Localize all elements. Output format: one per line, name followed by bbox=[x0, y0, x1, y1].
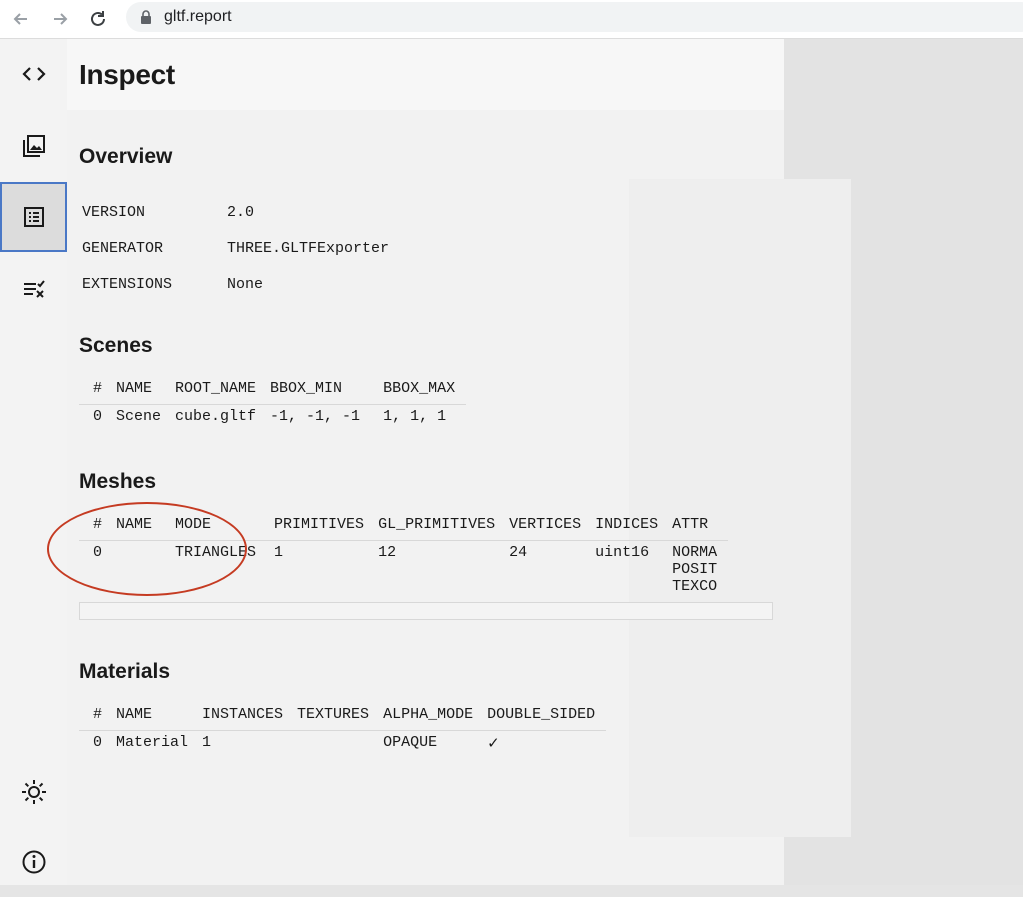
table-cell: TRIANGLES bbox=[175, 544, 257, 561]
attribute-item: TEXCO bbox=[672, 578, 718, 595]
table-cell: 1, 1, 1 bbox=[383, 408, 447, 425]
column-header: DOUBLE_SIDED bbox=[484, 706, 607, 731]
meshes-table: # NAME MODE PRIMITIVES GL_PRIMITIVES VER… bbox=[79, 516, 729, 596]
overview-key: GENERATOR bbox=[82, 239, 164, 257]
reload-button[interactable] bbox=[85, 6, 111, 32]
back-button[interactable] bbox=[8, 6, 34, 32]
overview-value: THREE.GLTFExporter bbox=[227, 239, 390, 257]
table-cell: -1, -1, -1 bbox=[270, 408, 361, 425]
browser-toolbar: gltf.report bbox=[0, 0, 1023, 39]
image-stack-icon bbox=[22, 135, 45, 157]
overview-heading: Overview bbox=[79, 145, 173, 168]
column-header: TEXTURES bbox=[294, 706, 381, 731]
table-header-row: # NAME INSTANCES TEXTURES ALPHA_MODE DOU… bbox=[79, 706, 607, 731]
sidebar-item-gallery[interactable] bbox=[0, 111, 67, 181]
scenes-table: # NAME ROOT_NAME BBOX_MIN BBOX_MAX 0 Sce… bbox=[79, 380, 467, 431]
column-header: ATTR bbox=[669, 516, 729, 541]
sidebar-item-inspect[interactable] bbox=[0, 182, 67, 252]
column-header: ROOT_NAME bbox=[172, 380, 268, 405]
overview-key: EXTENSIONS bbox=[82, 275, 173, 293]
table-cell-attributes: NORMA POSIT TEXCO bbox=[669, 541, 728, 595]
column-header: PRIMITIVES bbox=[271, 516, 376, 541]
table-row: 0 Scene cube.gltf -1, -1, -1 1, 1, 1 bbox=[79, 405, 466, 431]
column-header: # bbox=[79, 706, 114, 731]
table-cell: 0 bbox=[93, 544, 103, 561]
table-cell: uint16 bbox=[595, 544, 650, 561]
column-header: NAME bbox=[113, 380, 173, 405]
table-cell: Material bbox=[116, 734, 189, 751]
meshes-table-scroll[interactable]: # NAME MODE PRIMITIVES GL_PRIMITIVES VER… bbox=[79, 516, 771, 600]
table-row: 0 Material 1 OPAQUE ✓ bbox=[79, 731, 606, 757]
preview-overlay bbox=[629, 179, 851, 837]
page-header: Inspect bbox=[67, 39, 784, 110]
column-header: ALPHA_MODE bbox=[380, 706, 485, 731]
arrow-right-icon bbox=[54, 13, 68, 25]
info-icon bbox=[22, 850, 45, 874]
column-header: MODE bbox=[172, 516, 272, 541]
sidebar-item-theme[interactable] bbox=[0, 757, 67, 827]
overview-value: 2.0 bbox=[227, 203, 255, 221]
table-cell: ✓ bbox=[487, 736, 500, 753]
address-bar[interactable]: gltf.report bbox=[126, 2, 1023, 32]
overview-key: VERSION bbox=[82, 203, 146, 221]
table-cell: Scene bbox=[116, 408, 162, 425]
checklist-icon bbox=[23, 280, 45, 298]
list-icon bbox=[23, 207, 44, 227]
page-title: Inspect bbox=[79, 59, 175, 90]
attribute-item: NORMA bbox=[672, 544, 718, 561]
table-cell bbox=[294, 731, 380, 757]
column-header: INDICES bbox=[592, 516, 670, 541]
scenes-heading: Scenes bbox=[79, 334, 153, 357]
materials-table: # NAME INSTANCES TEXTURES ALPHA_MODE DOU… bbox=[79, 706, 607, 757]
column-header: BBOX_MIN bbox=[267, 380, 381, 405]
table-cell: 0 bbox=[93, 408, 103, 425]
column-header: INSTANCES bbox=[199, 706, 295, 731]
code-icon bbox=[21, 67, 46, 81]
horizontal-scrollbar[interactable] bbox=[79, 602, 773, 620]
sidebar-item-validation[interactable] bbox=[0, 254, 67, 324]
sidebar bbox=[0, 39, 67, 885]
lock-icon bbox=[141, 10, 151, 24]
table-row: GENERATOR THREE.GLTFExporter bbox=[79, 230, 400, 266]
sidebar-item-script[interactable] bbox=[0, 39, 67, 109]
table-cell: 1 bbox=[202, 734, 212, 751]
column-header: NAME bbox=[113, 706, 200, 731]
url-text: gltf.report bbox=[164, 8, 232, 25]
column-header: VERTICES bbox=[506, 516, 593, 541]
table-header-row: # NAME MODE PRIMITIVES GL_PRIMITIVES VER… bbox=[79, 516, 729, 541]
column-header: NAME bbox=[113, 516, 173, 541]
table-cell: 24 bbox=[509, 544, 528, 561]
inspect-panel: Inspect Overview VERSION 2.0 GENERATOR T… bbox=[67, 39, 851, 885]
column-header: # bbox=[79, 380, 114, 405]
table-cell bbox=[113, 541, 172, 596]
sidebar-item-info[interactable] bbox=[0, 827, 67, 897]
table-row: 0 TRIANGLES 1 12 24 uint16 NORMA POSIT T… bbox=[79, 541, 728, 596]
arrow-left-icon bbox=[13, 13, 27, 25]
table-cell: 1 bbox=[274, 544, 284, 561]
column-header: # bbox=[79, 516, 114, 541]
table-row: EXTENSIONS None bbox=[79, 266, 400, 302]
materials-heading: Materials bbox=[79, 660, 171, 683]
table-cell: OPAQUE bbox=[383, 734, 438, 751]
table-cell: 12 bbox=[378, 544, 397, 561]
table-row: VERSION 2.0 bbox=[79, 194, 400, 230]
attribute-item: POSIT bbox=[672, 561, 718, 578]
column-header: GL_PRIMITIVES bbox=[375, 516, 507, 541]
sun-icon bbox=[21, 780, 46, 804]
overview-value: None bbox=[227, 275, 264, 293]
forward-button[interactable] bbox=[47, 6, 73, 32]
overview-table: VERSION 2.0 GENERATOR THREE.GLTFExporter… bbox=[79, 194, 400, 302]
reload-icon bbox=[91, 11, 105, 26]
table-cell: cube.gltf bbox=[175, 408, 257, 425]
table-cell: 0 bbox=[93, 734, 103, 751]
table-header-row: # NAME ROOT_NAME BBOX_MIN BBOX_MAX bbox=[79, 380, 467, 405]
column-header: BBOX_MAX bbox=[380, 380, 467, 405]
meshes-heading: Meshes bbox=[79, 470, 157, 493]
